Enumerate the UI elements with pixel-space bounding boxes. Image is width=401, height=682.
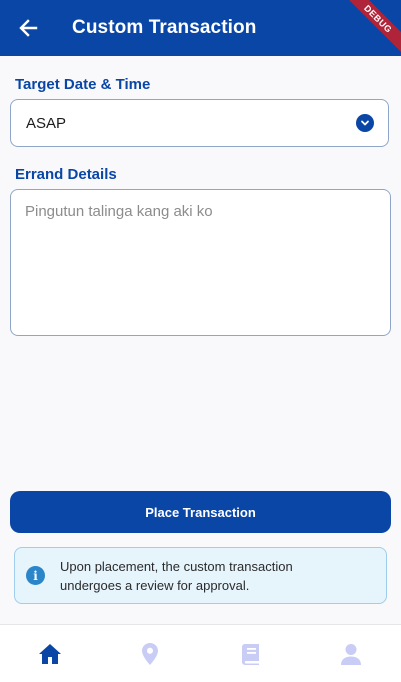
debug-banner: DEBUG: [341, 0, 401, 60]
book-icon: [241, 643, 259, 665]
bottom-navigation: [0, 624, 401, 682]
nav-item-home[interactable]: [0, 625, 100, 682]
target-date-value: ASAP: [26, 114, 67, 132]
info-notice: i Upon placement, the custom transaction…: [14, 547, 387, 604]
nav-item-history[interactable]: [201, 625, 301, 682]
page-title: Custom Transaction: [72, 17, 257, 38]
place-transaction-button[interactable]: Place Transaction: [10, 491, 391, 533]
errand-details-label: Errand Details: [15, 166, 117, 183]
home-icon: [39, 644, 62, 664]
person-icon: [340, 643, 361, 665]
errand-details-placeholder: Pingutun talinga kang aki ko: [25, 203, 213, 220]
location-icon: [142, 643, 159, 665]
debug-label: DEBUG: [341, 0, 401, 56]
nav-item-profile[interactable]: [301, 625, 401, 682]
errand-details-input[interactable]: Pingutun talinga kang aki ko: [10, 189, 391, 336]
nav-item-location[interactable]: [100, 625, 200, 682]
app-screen: Custom Transaction DEBUG Target Date & T…: [0, 0, 401, 682]
chevron-down-icon: [356, 114, 374, 132]
back-button[interactable]: [0, 0, 56, 56]
arrow-back-icon: [19, 19, 38, 37]
info-icon: i: [26, 566, 45, 585]
target-date-select[interactable]: ASAP: [10, 99, 389, 147]
target-date-label: Target Date & Time: [15, 76, 151, 93]
app-bar: Custom Transaction DEBUG: [0, 0, 401, 56]
info-message: Upon placement, the custom transaction u…: [60, 558, 293, 593]
